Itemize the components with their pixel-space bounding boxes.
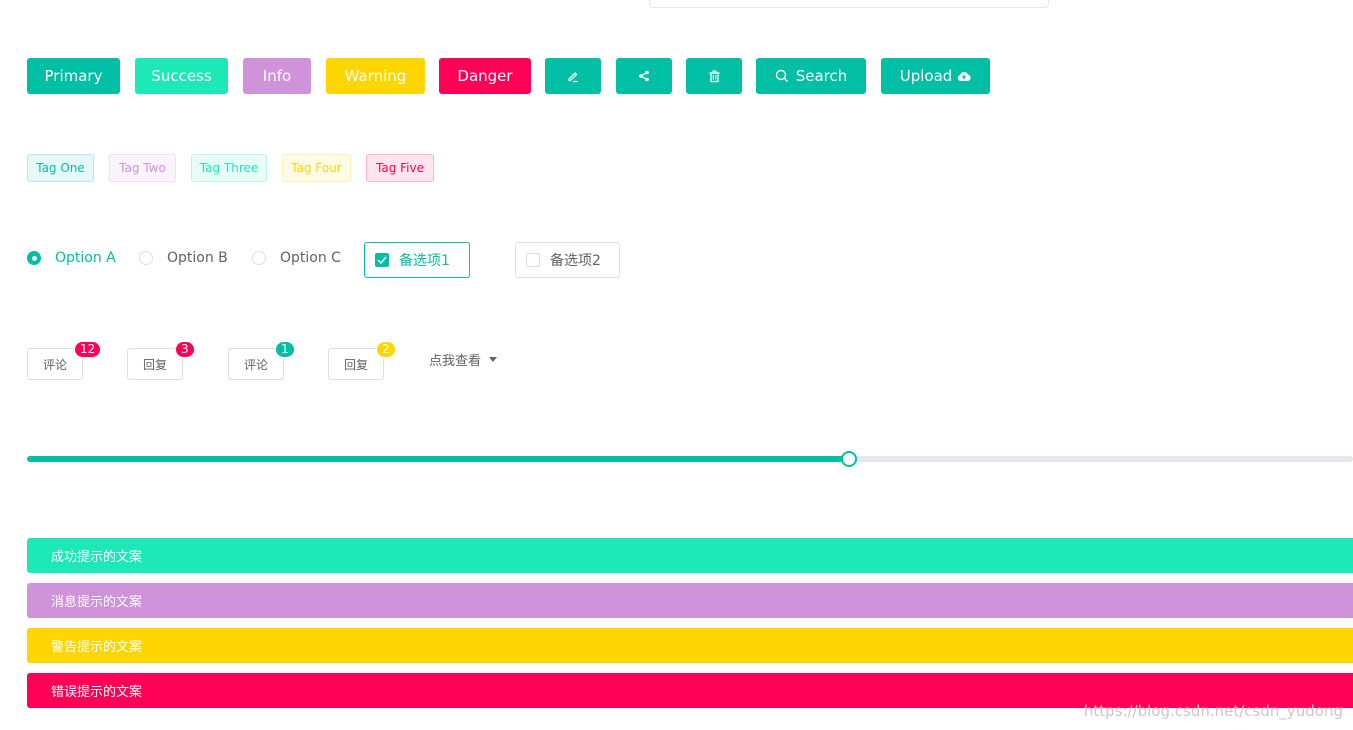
upload-button-label: Upload bbox=[899, 67, 953, 85]
badge-count: 1 bbox=[275, 341, 295, 358]
delete-icon bbox=[708, 69, 721, 83]
alert-success: 成功提示的文案 bbox=[27, 538, 1353, 573]
dropdown-label: 点我查看 bbox=[429, 354, 482, 369]
alert-warning: 警告提示的文案 bbox=[27, 628, 1353, 663]
badge-button-label: 回复 bbox=[142, 357, 167, 372]
delete-button[interactable] bbox=[686, 58, 742, 94]
reply-button-2[interactable]: 回复 2 bbox=[328, 341, 396, 380]
dropdown-trigger[interactable]: 点我查看 bbox=[429, 350, 498, 369]
primary-button[interactable]: Primary bbox=[27, 58, 120, 94]
checkbox-empty-icon bbox=[526, 253, 540, 267]
checkbox-option-2[interactable]: 备选项2 bbox=[515, 242, 620, 278]
badge-count: 2 bbox=[376, 341, 396, 358]
radio-unchecked-icon bbox=[252, 251, 266, 265]
alert-text: 成功提示的文案 bbox=[51, 550, 143, 565]
warning-button[interactable]: Warning bbox=[326, 58, 425, 94]
cloud-upload-icon bbox=[957, 71, 971, 82]
edit-icon bbox=[566, 69, 580, 83]
danger-button[interactable]: Danger bbox=[439, 58, 531, 94]
check-icon bbox=[375, 253, 389, 267]
tag-three: Tag Three bbox=[191, 154, 267, 182]
comment-button-1[interactable]: 评论 12 bbox=[27, 341, 102, 380]
slider-runway[interactable] bbox=[27, 456, 1353, 462]
info-button[interactable]: Info bbox=[243, 58, 311, 94]
checkbox-label: 备选项1 bbox=[399, 253, 450, 269]
watermark: https://blog.csdn.net/csdn_yudong bbox=[1083, 702, 1343, 720]
badge-count: 3 bbox=[175, 341, 195, 358]
badge-button-label: 回复 bbox=[343, 357, 368, 372]
radio-label: Option B bbox=[167, 250, 228, 266]
badge-button-label: 评论 bbox=[243, 357, 268, 372]
search-button-label: Search bbox=[795, 67, 848, 85]
checkbox-option-1[interactable]: 备选项1 bbox=[364, 242, 470, 278]
radio-checked-icon bbox=[27, 251, 41, 265]
reply-button-1[interactable]: 回复 3 bbox=[127, 341, 195, 380]
alert-text: 消息提示的文案 bbox=[51, 595, 143, 610]
success-button[interactable]: Success bbox=[135, 58, 228, 94]
comment-button-2[interactable]: 评论 1 bbox=[228, 341, 295, 380]
radio-unchecked-icon bbox=[139, 251, 153, 265]
upload-button[interactable]: Upload bbox=[881, 58, 990, 94]
caret-down-icon bbox=[489, 357, 498, 362]
search-button[interactable]: Search bbox=[756, 58, 866, 94]
edit-button[interactable] bbox=[545, 58, 601, 94]
alert-text: 警告提示的文案 bbox=[51, 640, 143, 655]
badge-count: 12 bbox=[74, 341, 102, 358]
share-icon bbox=[638, 70, 650, 82]
slider-handle[interactable] bbox=[841, 451, 858, 467]
checkbox-label: 备选项2 bbox=[550, 253, 601, 269]
share-button[interactable] bbox=[616, 58, 672, 94]
alert-info: 消息提示的文案 bbox=[27, 583, 1353, 618]
slider-bar bbox=[27, 456, 850, 462]
search-icon bbox=[775, 69, 789, 83]
radio-label: Option A bbox=[55, 250, 116, 266]
search-input[interactable] bbox=[649, 0, 1049, 8]
radio-option-c[interactable]: Option C bbox=[252, 250, 341, 266]
tag-five: Tag Five bbox=[366, 154, 434, 182]
alert-text: 错误提示的文案 bbox=[51, 685, 143, 700]
radio-label: Option C bbox=[280, 250, 341, 266]
tag-two: Tag Two bbox=[109, 154, 176, 182]
tag-four: Tag Four bbox=[282, 154, 351, 182]
badge-button-label: 评论 bbox=[42, 357, 67, 372]
tag-one: Tag One bbox=[27, 154, 94, 182]
radio-option-b[interactable]: Option B bbox=[139, 250, 228, 266]
radio-option-a[interactable]: Option A bbox=[27, 250, 116, 266]
